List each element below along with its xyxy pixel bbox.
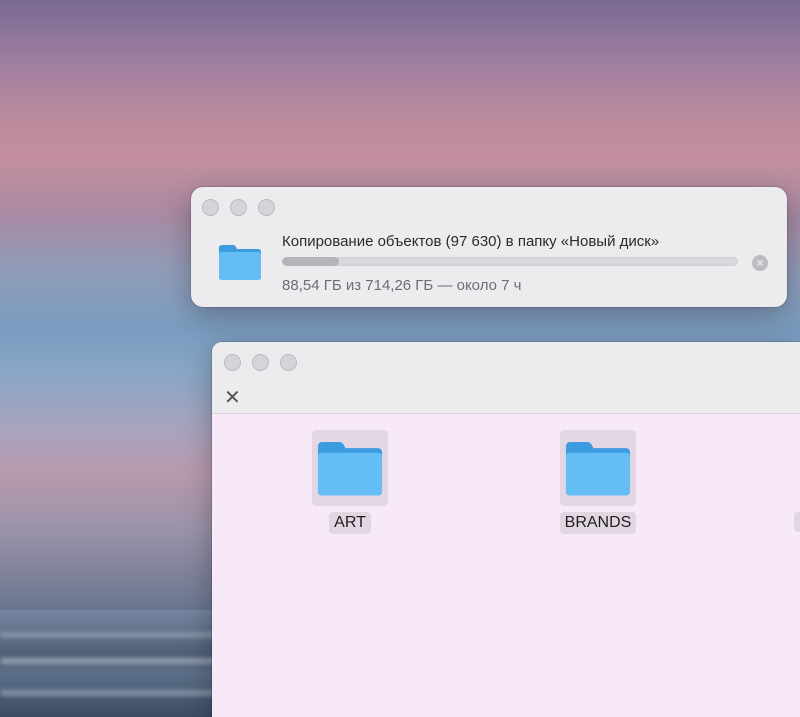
folder-item-art[interactable]: ART	[307, 430, 393, 534]
cancel-copy-button[interactable]: ×	[752, 255, 768, 271]
close-window-button[interactable]	[224, 354, 241, 371]
close-icon[interactable]: ✕	[224, 387, 241, 409]
folder-icon	[219, 245, 261, 280]
folder-label: BRANDS	[559, 512, 637, 534]
copy-progress-fill	[282, 257, 339, 266]
copy-status-text: 88,54 ГБ из 714,26 ГБ — около 7 ч	[282, 277, 522, 294]
zoom-window-button[interactable]	[280, 354, 297, 371]
window-controls	[224, 354, 297, 371]
window-controls	[202, 199, 275, 216]
folder-icon	[317, 442, 383, 496]
finder-window: ✕ ART BRANDS	[212, 342, 800, 717]
finder-titlebar	[212, 342, 800, 384]
folder-label: ART	[329, 512, 371, 534]
folder-item-brands[interactable]: BRANDS	[555, 430, 641, 534]
minimize-window-button[interactable]	[230, 199, 247, 216]
copy-progress-bar	[282, 257, 738, 266]
copy-title: Копирование объектов (97 630) в папку «Н…	[282, 233, 660, 250]
close-window-button[interactable]	[202, 199, 219, 216]
finder-toolbar: ✕	[212, 384, 800, 414]
copy-progress-window: Копирование объектов (97 630) в папку «Н…	[191, 187, 787, 307]
minimize-window-button[interactable]	[252, 354, 269, 371]
zoom-window-button[interactable]	[258, 199, 275, 216]
folder-icon-box	[312, 430, 388, 506]
partial-folder-label[interactable]	[794, 512, 800, 532]
folder-icon	[565, 442, 631, 496]
folder-icon-box	[560, 430, 636, 506]
